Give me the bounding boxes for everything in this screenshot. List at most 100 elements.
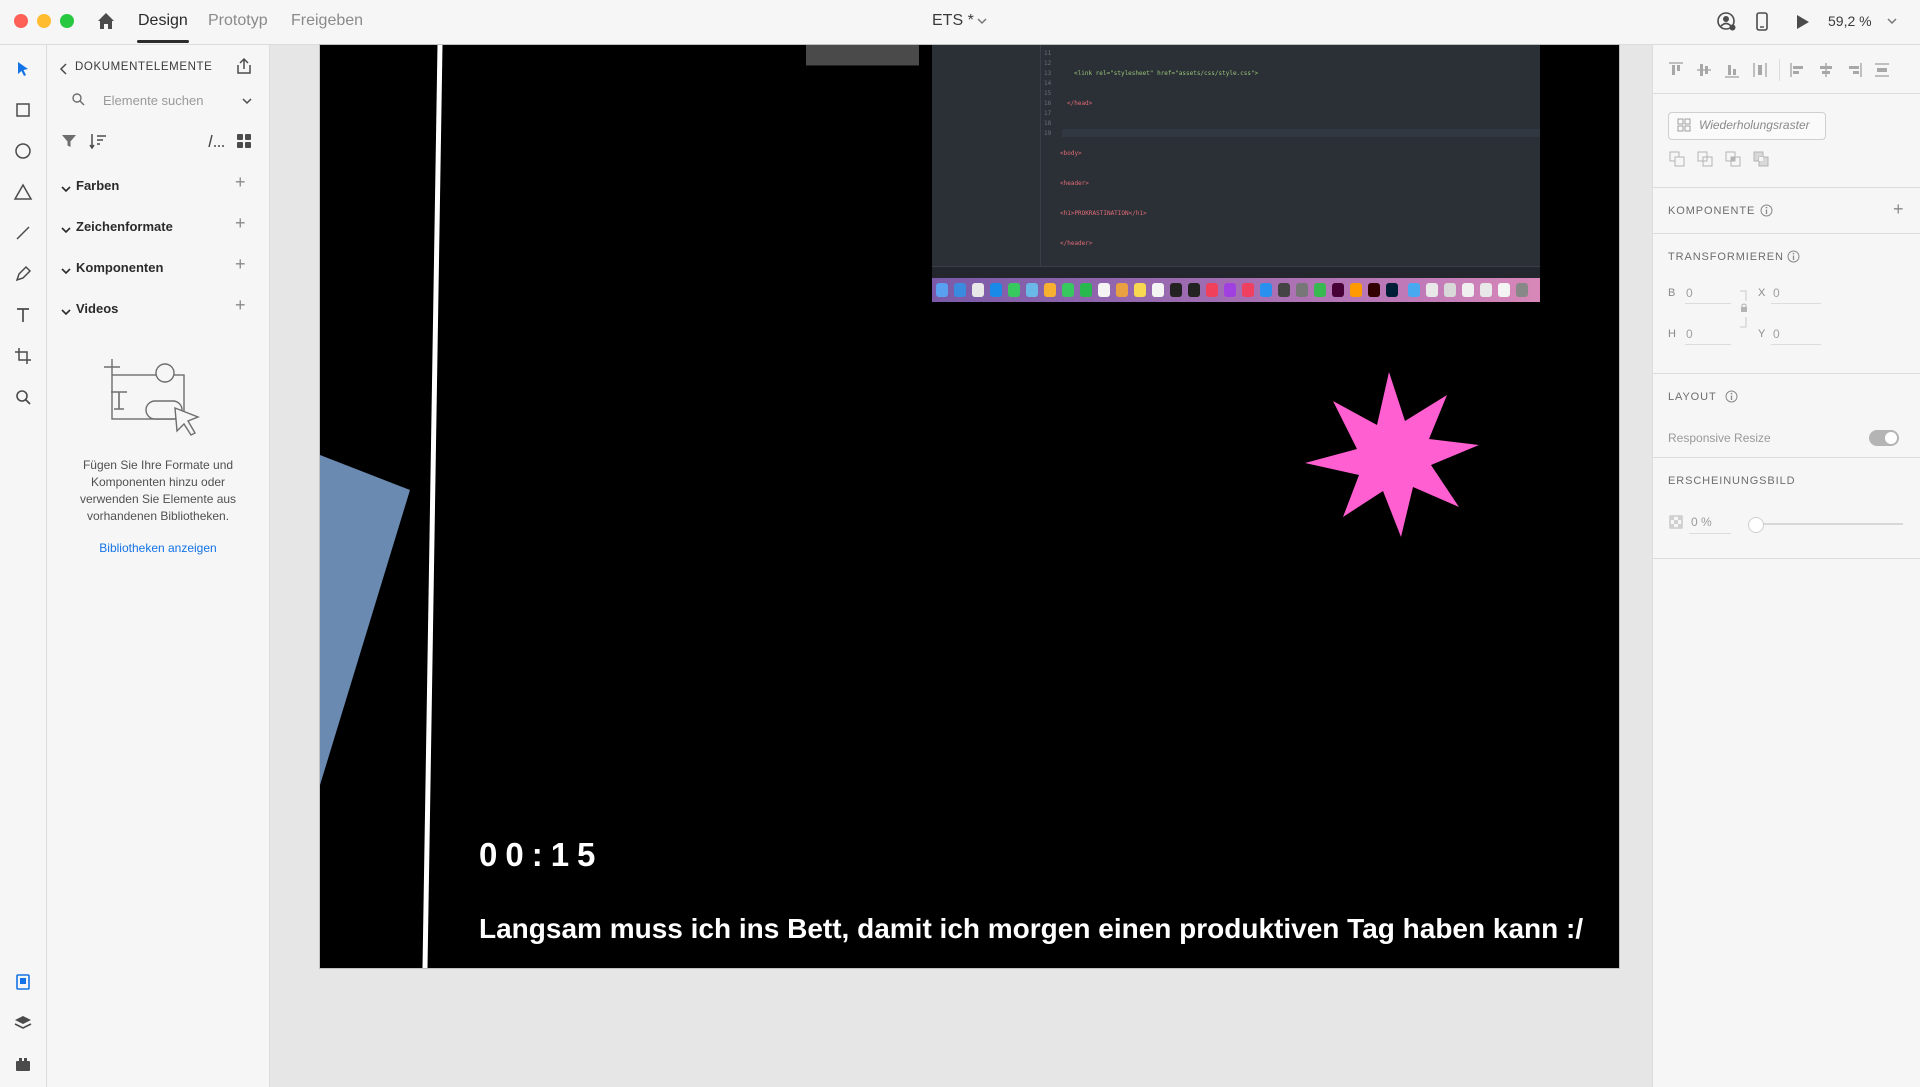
timer-text[interactable]: 00:15 — [479, 836, 603, 874]
chevron-down-icon[interactable] — [1886, 14, 1898, 32]
opacity-slider-handle[interactable] — [1748, 517, 1764, 533]
pink-star-shape[interactable] — [1305, 367, 1485, 547]
boolean-exclude-icon[interactable] — [1753, 151, 1769, 167]
top-bar: Design Prototyp Freigeben ETS * 59,2 % — [0, 0, 1920, 45]
code-line-number: 13 — [1044, 70, 1052, 77]
add-komponenten-button[interactable]: + — [235, 254, 246, 275]
share-icon[interactable] — [235, 57, 253, 80]
pen-tool-icon[interactable] — [11, 262, 35, 286]
layout-section-header: LAYOUT — [1668, 391, 1717, 403]
tab-prototyp[interactable]: Prototyp — [208, 12, 268, 30]
field-underline — [1685, 344, 1731, 345]
field-underline — [1771, 344, 1821, 345]
responsive-resize-label: Responsive Resize — [1668, 431, 1771, 445]
play-icon[interactable] — [1792, 12, 1812, 37]
sort-icon[interactable] — [89, 133, 107, 154]
back-chevron-icon[interactable] — [59, 62, 69, 80]
section-farben[interactable]: Farben — [76, 178, 119, 193]
align-left-icon[interactable] — [1789, 61, 1807, 79]
zoom-tool-icon[interactable] — [11, 385, 35, 409]
align-middle-icon[interactable] — [1695, 61, 1713, 79]
maximize-window-button[interactable] — [60, 14, 74, 28]
property-inspector: Wiederholungsraster KOMPONENTE + TRANSFO… — [1652, 45, 1920, 1087]
height-field[interactable]: 0 — [1686, 327, 1693, 341]
chevron-down-icon[interactable] — [976, 14, 988, 32]
x-field[interactable]: 0 — [1773, 286, 1780, 300]
align-center-icon[interactable] — [1817, 61, 1835, 79]
text-tool-icon[interactable] — [11, 303, 35, 327]
section-komponenten[interactable]: Komponenten — [76, 260, 163, 275]
document-title[interactable]: ETS * — [932, 12, 974, 30]
artboard-tool-icon[interactable] — [11, 344, 35, 368]
distribute-vertical-icon[interactable] — [1751, 61, 1769, 79]
tab-freigeben[interactable]: Freigeben — [291, 12, 363, 30]
search-placeholder[interactable]: Elemente suchen — [103, 93, 203, 108]
divider — [1653, 93, 1920, 94]
code-line: <h1>PROKRASTINATION</h1> — [1060, 210, 1147, 217]
show-libraries-link[interactable]: Bibliotheken anzeigen — [63, 541, 253, 555]
distribute-horizontal-icon[interactable] — [1873, 61, 1891, 79]
document-assets-icon[interactable] — [11, 970, 35, 994]
caption-text[interactable]: Langsam muss ich ins Bett, damit ich mor… — [479, 913, 1583, 945]
divider — [1653, 233, 1920, 234]
add-farben-button[interactable]: + — [235, 172, 246, 193]
rectangle-tool-icon[interactable] — [11, 98, 35, 122]
minimize-window-button[interactable] — [37, 14, 51, 28]
align-bottom-icon[interactable] — [1723, 61, 1741, 79]
section-videos[interactable]: Videos — [76, 301, 118, 316]
grid-view-icon[interactable] — [236, 133, 252, 154]
align-right-icon[interactable] — [1845, 61, 1863, 79]
home-icon[interactable] — [95, 10, 119, 34]
info-icon[interactable] — [1787, 250, 1800, 263]
info-icon[interactable] — [1760, 204, 1773, 217]
chevron-down-icon[interactable] — [61, 304, 71, 322]
blue-shape[interactable] — [320, 455, 420, 785]
polygon-tool-icon[interactable] — [11, 180, 35, 204]
add-zeichenformate-button[interactable]: + — [235, 213, 246, 234]
layers-icon[interactable] — [11, 1011, 35, 1035]
add-component-button[interactable]: + — [1893, 199, 1904, 220]
component-section-header: KOMPONENTE — [1668, 205, 1756, 217]
chevron-down-icon[interactable] — [61, 181, 71, 199]
ellipse-tool-icon[interactable] — [11, 139, 35, 163]
close-window-button[interactable] — [14, 14, 28, 28]
plugins-icon[interactable] — [11, 1052, 35, 1076]
boolean-subtract-icon[interactable] — [1697, 151, 1713, 167]
filter-icon[interactable] — [61, 133, 77, 154]
chevron-down-icon[interactable] — [61, 263, 71, 281]
code-line-number: 14 — [1044, 80, 1052, 87]
artboard[interactable]: 11 12 13 14 15 16 17 18 19 <link rel="st… — [319, 44, 1620, 969]
toggle-knob — [1885, 432, 1897, 444]
lock-aspect-icon[interactable] — [1738, 289, 1750, 329]
boolean-add-icon[interactable] — [1669, 151, 1685, 167]
width-field[interactable]: 0 — [1686, 286, 1693, 300]
divider — [1653, 558, 1920, 559]
mobile-preview-icon[interactable] — [1754, 11, 1770, 38]
x-label: X — [1758, 287, 1766, 299]
y-field[interactable]: 0 — [1773, 327, 1780, 341]
empty-assets-illustration-icon — [104, 357, 208, 446]
field-underline — [1685, 303, 1731, 304]
user-icon[interactable] — [1716, 11, 1738, 38]
chevron-down-icon[interactable] — [61, 222, 71, 240]
boolean-intersect-icon[interactable] — [1725, 151, 1741, 167]
opacity-slider-track[interactable] — [1753, 523, 1903, 525]
opacity-field[interactable]: 0 % — [1691, 515, 1712, 529]
zoom-level[interactable]: 59,2 % — [1828, 13, 1872, 29]
add-videos-button[interactable]: + — [235, 295, 246, 316]
opacity-icon — [1669, 515, 1683, 529]
section-zeichenformate[interactable]: Zeichenformate — [76, 219, 173, 234]
document-assets-panel: DOKUMENTELEMENTE Elemente suchen Farben … — [47, 45, 270, 1087]
code-line-number: 16 — [1044, 100, 1052, 107]
code-line-number: 15 — [1044, 90, 1052, 97]
code-gutter-numbers: 11 12 13 14 15 16 17 18 19 — [1044, 49, 1051, 139]
info-icon[interactable] — [1725, 390, 1738, 403]
align-top-icon[interactable] — [1667, 61, 1685, 79]
embedded-code-editor-screenshot[interactable]: 11 12 13 14 15 16 17 18 19 <link rel="st… — [932, 45, 1540, 302]
line-tool-icon[interactable] — [11, 221, 35, 245]
select-tool-icon[interactable] — [11, 57, 35, 81]
chevron-down-icon[interactable] — [241, 94, 253, 112]
list-view-icon[interactable] — [207, 133, 225, 154]
tab-design[interactable]: Design — [138, 12, 188, 30]
image-thumbnail-strip[interactable] — [806, 45, 919, 66]
